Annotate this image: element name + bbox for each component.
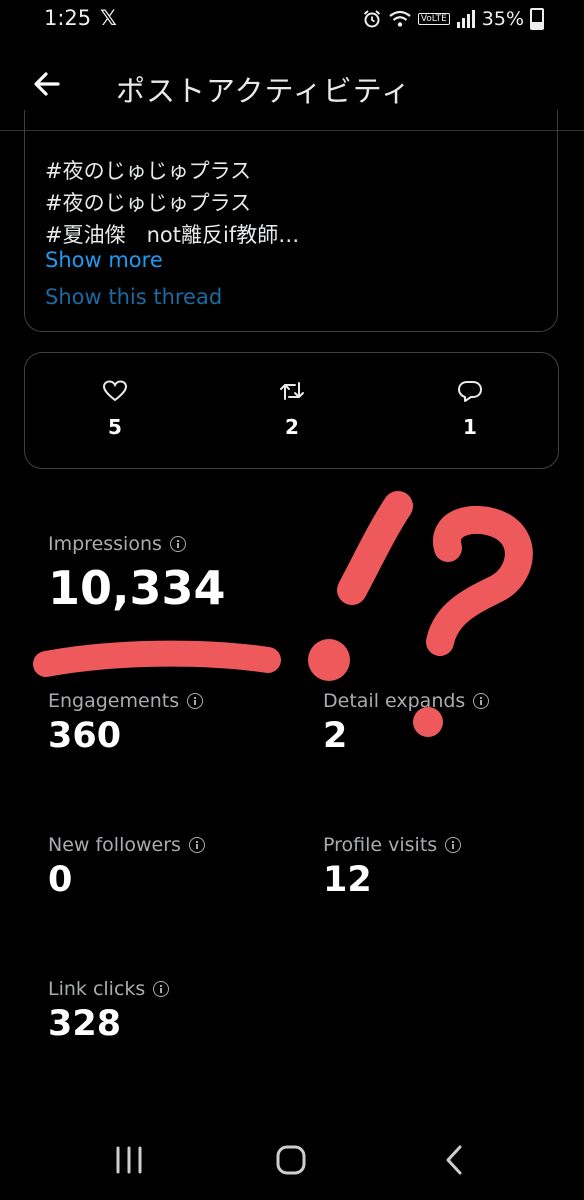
home-icon[interactable]: [266, 1140, 316, 1180]
status-time: 1:25: [44, 6, 92, 30]
signal-icon: [456, 10, 475, 28]
page-title: ポストアクティビティ: [116, 74, 412, 108]
back-nav-icon[interactable]: [430, 1140, 480, 1180]
info-icon[interactable]: [169, 536, 186, 552]
profile-visits-value: 12: [323, 860, 372, 900]
post-text-line: #夜のじゅじゅプラス: [45, 159, 252, 183]
new-followers-metric: New followers 0: [48, 834, 205, 900]
engagement-card: 5 2 1: [24, 352, 559, 469]
new-followers-value: 0: [48, 860, 73, 900]
status-icons: VoLTE 35%: [362, 8, 544, 30]
heart-icon: [102, 380, 128, 402]
replies-stat[interactable]: 1: [440, 379, 500, 439]
alarm-icon: [363, 10, 380, 28]
info-icon[interactable]: [445, 837, 462, 853]
doodle-exclamation: [337, 491, 413, 605]
likes-count: 5: [108, 415, 122, 439]
reposts-count: 2: [285, 415, 299, 439]
profile-visits-label: Profile visits: [323, 834, 438, 856]
impressions-label: Impressions: [48, 533, 162, 555]
show-thread-link[interactable]: Show this thread: [45, 285, 222, 309]
info-icon[interactable]: [188, 837, 205, 853]
engagements-value: 360: [48, 716, 122, 756]
doodle-dot: [308, 639, 350, 681]
doodle-question: [426, 505, 533, 656]
engagements-label: Engagements: [48, 690, 180, 712]
battery-percent: 35%: [481, 8, 524, 30]
link-clicks-value: 328: [48, 1004, 122, 1044]
detail-expands-value: 2: [323, 716, 348, 756]
profile-visits-metric: Profile visits 12: [323, 834, 462, 900]
post-text-line: #夏油傑 not離反if教師…: [45, 223, 300, 247]
detail-expands-label: Detail expands: [323, 690, 466, 712]
impressions-value: 10,334: [48, 561, 226, 615]
detail-expands-metric: Detail expands 2: [323, 690, 490, 756]
info-icon[interactable]: [153, 981, 170, 997]
recent-apps-icon[interactable]: [104, 1140, 154, 1180]
reply-icon: [458, 381, 482, 402]
battery-icon: [530, 8, 544, 30]
repost-icon: [280, 382, 304, 400]
likes-stat[interactable]: 5: [85, 379, 145, 439]
info-icon[interactable]: [187, 693, 204, 709]
engagements-metric: Engagements 360: [48, 690, 204, 756]
back-arrow-icon[interactable]: [28, 64, 68, 104]
replies-count: 1: [463, 415, 477, 439]
status-bar: 1:25 𝕏 VoLTE 35%: [0, 0, 584, 44]
post-text-line: #夜のじゅじゅプラス: [45, 191, 252, 215]
volte-badge: VoLTE: [417, 13, 450, 25]
doodle-underline: [33, 640, 281, 677]
link-clicks-label: Link clicks: [48, 978, 146, 1000]
reposts-stat[interactable]: 2: [262, 379, 322, 439]
link-clicks-metric: Link clicks 328: [48, 978, 170, 1044]
new-followers-label: New followers: [48, 834, 181, 856]
wifi-icon: [389, 10, 411, 27]
x-logo-icon: 𝕏: [100, 6, 117, 30]
info-icon[interactable]: [473, 693, 490, 709]
impressions-metric: Impressions 10,334: [48, 533, 226, 615]
post-preview-card[interactable]: #夜のじゅじゅプラス #夜のじゅじゅプラス #夏油傑 not離反if教師… Sh…: [24, 110, 558, 332]
android-nav-bar: [0, 1120, 584, 1200]
show-more-link[interactable]: Show more: [45, 248, 163, 272]
